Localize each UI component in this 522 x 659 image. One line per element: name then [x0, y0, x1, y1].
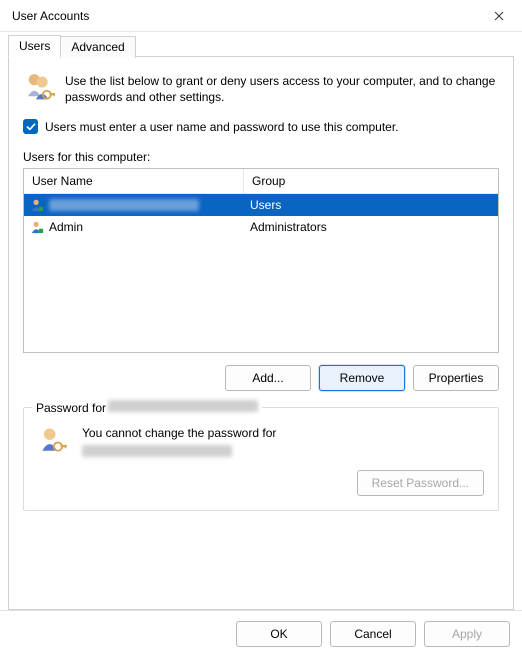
- table-row[interactable]: Admin Administrators: [24, 216, 498, 238]
- user-accounts-window: User Accounts Users Advanced: [0, 0, 522, 659]
- require-password-checkbox[interactable]: [23, 119, 38, 134]
- cell-group: Administrators: [244, 216, 498, 238]
- close-icon: [494, 11, 504, 21]
- intro-text: Use the list below to grant or deny user…: [65, 71, 499, 105]
- legend-prefix: Password for: [36, 401, 106, 415]
- list-button-row: Add... Remove Properties: [23, 365, 499, 391]
- checkmark-icon: [26, 123, 36, 131]
- list-body: Users Admin Administrators: [24, 194, 498, 352]
- user-key-icon: [38, 426, 68, 457]
- require-password-row: Users must enter a user name and passwor…: [23, 119, 499, 134]
- tab-advanced[interactable]: Advanced: [60, 36, 135, 58]
- cell-username: [24, 194, 244, 216]
- close-button[interactable]: [476, 0, 522, 32]
- user-icon: [30, 198, 44, 212]
- list-header: User Name Group: [24, 169, 498, 194]
- properties-button[interactable]: Properties: [413, 365, 499, 391]
- add-button[interactable]: Add...: [225, 365, 311, 391]
- password-body: You cannot change the password for: [38, 426, 484, 457]
- dialog-footer: OK Cancel Apply: [0, 610, 522, 659]
- ok-button[interactable]: OK: [236, 621, 322, 647]
- cell-group: Users: [244, 194, 498, 216]
- column-header-group[interactable]: Group: [244, 169, 498, 193]
- titlebar: User Accounts: [0, 0, 522, 32]
- redacted-text: [82, 445, 232, 457]
- password-text: You cannot change the password for: [82, 426, 484, 457]
- username-text: Admin: [49, 220, 83, 234]
- cancel-button[interactable]: Cancel: [330, 621, 416, 647]
- tab-strip: Users Advanced: [8, 35, 514, 57]
- require-password-label: Users must enter a user name and passwor…: [45, 120, 399, 134]
- apply-button: Apply: [424, 621, 510, 647]
- password-groupbox: Password for: [23, 407, 499, 510]
- column-header-username[interactable]: User Name: [24, 169, 244, 193]
- redacted-text: [49, 199, 199, 211]
- client-area: Users Advanced Use the: [0, 32, 522, 610]
- user-icon: [30, 220, 44, 234]
- cell-username: Admin: [24, 216, 244, 238]
- tab-users[interactable]: Users: [8, 35, 61, 57]
- users-key-icon: [23, 71, 55, 105]
- password-group-legend: Password for: [32, 400, 262, 415]
- tab-panel-users: Use the list below to grant or deny user…: [8, 56, 514, 610]
- reset-password-button: Reset Password...: [357, 470, 484, 496]
- window-title: User Accounts: [12, 9, 476, 23]
- users-list-caption: Users for this computer:: [23, 150, 499, 164]
- redacted-text: [108, 400, 258, 412]
- intro-block: Use the list below to grant or deny user…: [23, 71, 499, 105]
- password-button-row: Reset Password...: [38, 470, 484, 496]
- password-text-prefix: You cannot change the password for: [82, 426, 276, 440]
- users-listview[interactable]: User Name Group Users: [23, 168, 499, 353]
- remove-button[interactable]: Remove: [319, 365, 405, 391]
- table-row[interactable]: Users: [24, 194, 498, 216]
